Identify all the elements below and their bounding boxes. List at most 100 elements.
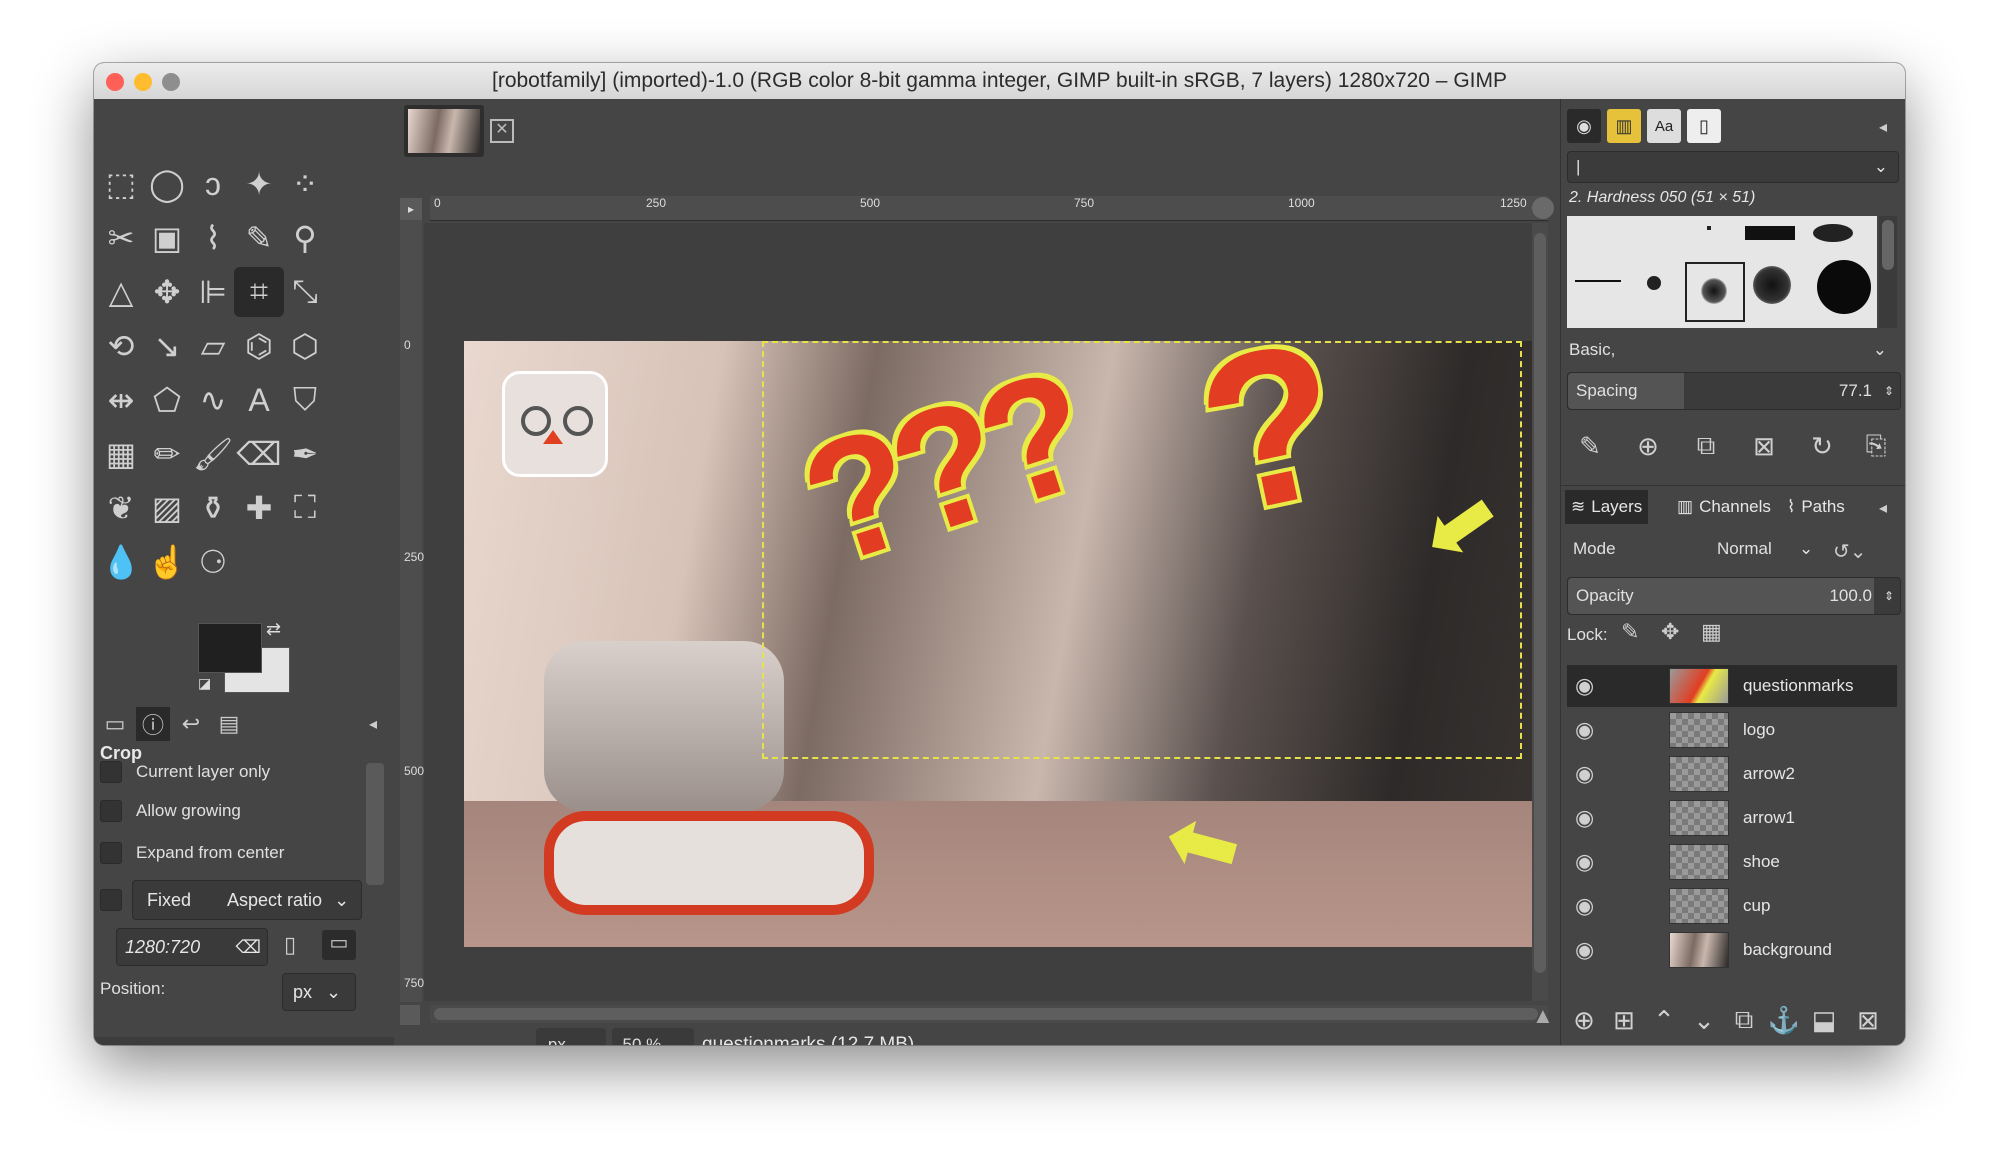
scale-icon[interactable]: ↘ <box>142 321 192 371</box>
image-tab[interactable] <box>404 105 484 157</box>
landscape-icon[interactable]: ▭ <box>322 930 356 960</box>
duplicate-layer-icon[interactable]: ⧉ <box>1727 1003 1761 1037</box>
layer-row[interactable]: ◉ arrow2 <box>1567 753 1897 795</box>
scissors-select-icon[interactable]: ✂ <box>96 213 146 263</box>
fonts-tab-icon[interactable]: Aa <box>1647 109 1681 143</box>
layer-row[interactable]: ◉ background <box>1567 929 1897 971</box>
spacing-slider[interactable]: Spacing 77.1 ⇕ <box>1567 372 1901 410</box>
text-icon[interactable]: A <box>234 375 284 425</box>
3d-transform-icon[interactable]: ⬡ <box>280 321 330 371</box>
undo-history-tab-icon[interactable]: ↩ <box>174 707 208 741</box>
flip-icon[interactable]: ⇹ <box>96 375 146 425</box>
perspective-clone-icon[interactable]: ⛶ <box>280 483 330 533</box>
checkbox[interactable] <box>100 889 122 911</box>
shear-icon[interactable]: ▱ <box>188 321 238 371</box>
position-unit-select[interactable]: px ⌄ <box>282 973 356 1011</box>
dock-menu-icon[interactable]: ◂ <box>356 707 390 741</box>
measure-icon[interactable]: △ <box>96 267 146 317</box>
brush-thumb[interactable] <box>1753 266 1791 304</box>
crop-selection-rectangle[interactable] <box>762 341 1522 759</box>
image-canvas[interactable]: ??? ? ⬉ ⬋ <box>464 341 1542 947</box>
clone-icon[interactable]: ⚱ <box>188 483 238 533</box>
horizontal-scroll-thumb[interactable] <box>434 1008 1538 1020</box>
spin-icon[interactable]: ⇕ <box>1884 589 1894 603</box>
paths-icon[interactable]: ⌇ <box>188 213 238 263</box>
eye-icon[interactable]: ◉ <box>1575 937 1594 963</box>
new-layer-group-icon[interactable]: ⊞ <box>1607 1003 1641 1037</box>
warp-icon[interactable]: ∿ <box>188 375 238 425</box>
close-tab-icon[interactable]: ✕ <box>490 119 514 143</box>
vertical-scrollbar[interactable] <box>1532 223 1548 1001</box>
mypaint-brush-icon[interactable]: ▨ <box>142 483 192 533</box>
spin-icon[interactable]: ⇕ <box>1884 384 1894 398</box>
tool-options-tab-icon[interactable]: ▭ <box>98 707 132 741</box>
new-layer-icon[interactable]: ⊕ <box>1567 1003 1601 1037</box>
ellipse-select-icon[interactable]: ◯ <box>142 159 192 209</box>
unit-select[interactable]: px ⌄ <box>536 1028 606 1045</box>
move-icon[interactable]: ✥ <box>142 267 192 317</box>
delete-options-icon[interactable]: ⊠ <box>262 1043 296 1046</box>
tab-paths[interactable]: ⌇ Paths <box>1787 490 1845 524</box>
reset-mode-icon[interactable]: ↺⌄ <box>1833 539 1867 564</box>
zoom-icon[interactable]: ⚲ <box>280 213 330 263</box>
brush-thumb[interactable] <box>1575 280 1621 282</box>
checkbox[interactable] <box>100 761 122 783</box>
ratio-input[interactable]: 1280:720 ⌫ <box>116 928 268 966</box>
clear-icon[interactable]: ⌫ <box>236 937 261 958</box>
lock-alpha-icon[interactable]: ▦ <box>1701 619 1722 645</box>
checkbox[interactable] <box>100 800 122 822</box>
allow-growing-option[interactable]: Allow growing <box>100 794 241 828</box>
open-brush-as-image-icon[interactable]: ⎘ <box>1859 429 1893 463</box>
lower-layer-icon[interactable]: ⌄ <box>1687 1003 1721 1037</box>
patterns-tab-icon[interactable]: ▥ <box>1607 109 1641 143</box>
rect-select-icon[interactable]: ⬚ <box>96 159 146 209</box>
lock-pixels-icon[interactable]: ✎ <box>1621 619 1639 645</box>
unified-transform-icon[interactable]: ⤡ <box>280 267 330 317</box>
zoom-image-icon[interactable] <box>1532 197 1554 219</box>
options-scrollbar[interactable] <box>366 763 384 885</box>
brush-filter-select[interactable]: | ⌄ <box>1567 151 1899 183</box>
layer-row[interactable]: ◉ shoe <box>1567 841 1897 883</box>
device-status-tab-icon[interactable]: ⓘ <box>136 707 170 741</box>
delete-layer-icon[interactable]: ⊠ <box>1851 1003 1885 1037</box>
align-icon[interactable]: ⊫ <box>188 267 238 317</box>
raise-layer-icon[interactable]: ⌃ <box>1647 1003 1681 1037</box>
eraser-icon[interactable]: ⌫ <box>234 429 284 479</box>
paintbrush-icon[interactable]: 🖌 <box>188 429 238 479</box>
gradient-icon[interactable]: ▦ <box>96 429 146 479</box>
fixed-option[interactable] <box>100 883 136 917</box>
dock-menu-icon[interactable]: ◂ <box>1879 498 1887 518</box>
heal-icon[interactable]: ✚ <box>234 483 284 533</box>
brushes-tab-icon[interactable]: ◉ <box>1567 109 1601 143</box>
cage-transform-icon[interactable]: ⬠ <box>142 375 192 425</box>
eye-icon[interactable]: ◉ <box>1575 761 1594 787</box>
eye-icon[interactable]: ◉ <box>1575 673 1594 699</box>
brush-thumb[interactable] <box>1813 224 1853 242</box>
fuzzy-select-icon[interactable]: ✦ <box>234 159 284 209</box>
bucket-fill-icon[interactable]: ⛉ <box>280 375 330 425</box>
dock-menu-icon[interactable]: ◂ <box>1879 117 1887 137</box>
save-options-icon[interactable]: ⤓ <box>118 1043 152 1045</box>
warp-transform-icon[interactable]: ⌬ <box>234 321 284 371</box>
rotate-icon[interactable]: ⟲ <box>96 321 146 371</box>
airbrush-icon[interactable]: ✒ <box>280 429 330 479</box>
smudge-icon[interactable]: ☝ <box>142 537 192 587</box>
quick-mask-menu-icon[interactable]: ▸ <box>400 198 422 220</box>
vertical-scroll-thumb[interactable] <box>1534 233 1546 973</box>
layer-row[interactable]: ◉ cup <box>1567 885 1897 927</box>
brush-scroll-thumb[interactable] <box>1882 220 1894 270</box>
brush-thumb-selected[interactable] <box>1685 262 1745 322</box>
merge-layer-icon[interactable]: ⬓ <box>1807 1003 1841 1037</box>
color-picker-icon[interactable]: ✎ <box>234 213 284 263</box>
foreground-select-icon[interactable]: ▣ <box>142 213 192 263</box>
dodge-burn-icon[interactable]: ⚆ <box>188 537 238 587</box>
new-brush-icon[interactable]: ⊕ <box>1631 429 1665 463</box>
tab-layers[interactable]: ≋ Layers <box>1565 490 1649 524</box>
restore-options-icon[interactable]: ⟲ <box>190 1043 224 1046</box>
current-layer-only-option[interactable]: Current layer only <box>100 755 270 789</box>
reset-options-icon[interactable]: ↺ <box>334 1043 368 1046</box>
default-colors-icon[interactable]: ◪ <box>198 675 211 692</box>
free-select-icon[interactable]: ↄ <box>188 159 238 209</box>
duplicate-brush-icon[interactable]: ⧉ <box>1689 429 1723 463</box>
anchor-layer-icon[interactable]: ⚓ <box>1767 1003 1801 1037</box>
